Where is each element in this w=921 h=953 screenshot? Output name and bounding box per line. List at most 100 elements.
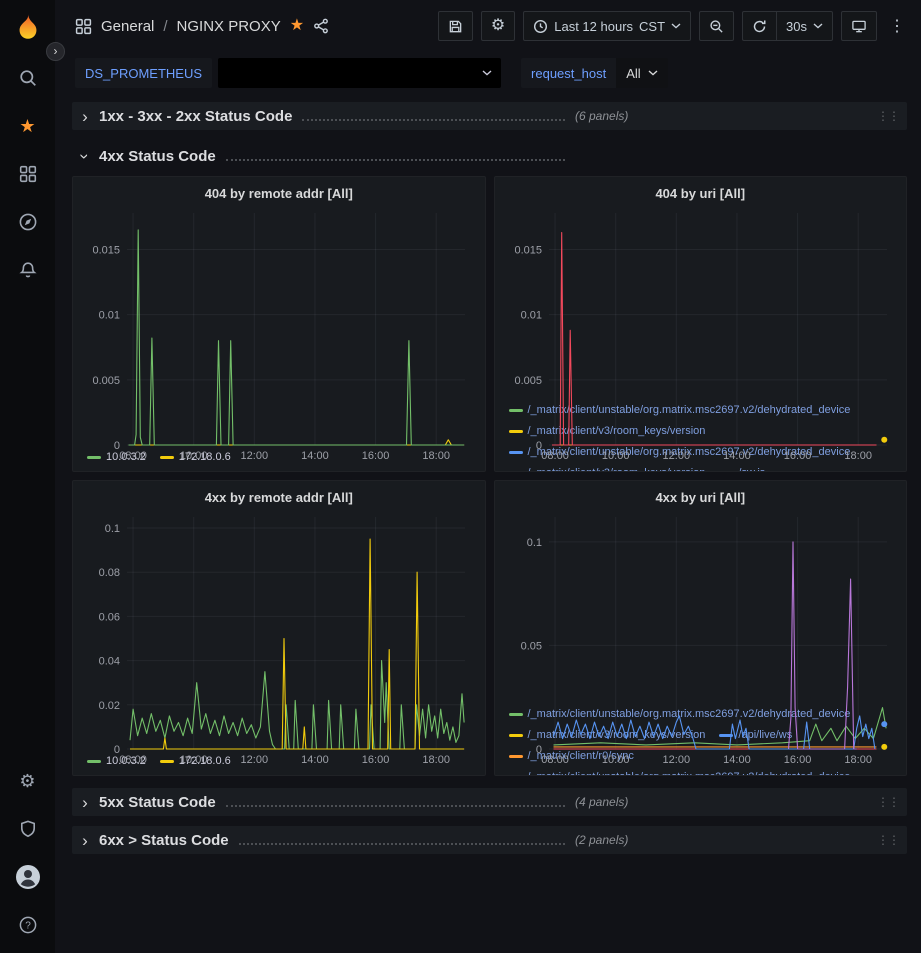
- svg-text:16:00: 16:00: [362, 754, 390, 766]
- legend-label: /_matrix/client/unstable/org.matrix.msc2…: [528, 770, 851, 776]
- request-host-value: All: [626, 66, 640, 81]
- dashboard-header: General / NGINX PROXY ★ ⚙ Last 12 hours …: [55, 0, 921, 52]
- row-4xx-status-code[interactable]: › 4xx Status Code: [72, 142, 907, 170]
- panel-title[interactable]: 4xx by uri [All]: [505, 487, 897, 509]
- svg-text:0.015: 0.015: [92, 244, 120, 256]
- server-admin-gear-icon[interactable]: ⚙: [8, 761, 48, 801]
- svg-text:0.1: 0.1: [105, 523, 120, 535]
- chevron-down-icon: [648, 70, 658, 76]
- variables-bar: DS_PROMETHEUS request_host All: [55, 52, 921, 100]
- chevron-right-icon: ›: [80, 832, 90, 849]
- svg-text:10:00: 10:00: [180, 450, 208, 462]
- row-5xx-status-code[interactable]: › 5xx Status Code (4 panels) ⋮⋮: [72, 788, 907, 816]
- svg-text:0.04: 0.04: [99, 656, 120, 668]
- variable-request-host-label[interactable]: request_host: [521, 58, 616, 88]
- svg-text:?: ?: [25, 921, 31, 932]
- row-panel-count: (2 panels): [575, 833, 628, 847]
- request-host-dropdown[interactable]: All: [616, 58, 667, 88]
- dashboard-settings-button[interactable]: ⚙: [481, 11, 515, 41]
- time-range-label: Last 12 hours: [554, 19, 633, 34]
- dashboards-icon[interactable]: [8, 154, 48, 194]
- alerting-bell-icon[interactable]: [8, 250, 48, 290]
- panel-404-by-uri: 404 by uri [All] 08:0010:0012:0014:0016:…: [494, 176, 908, 472]
- refresh-interval-label: 30s: [786, 19, 807, 34]
- refresh-button[interactable]: [742, 11, 776, 41]
- kebab-menu-icon[interactable]: ⋮: [885, 16, 909, 36]
- svg-text:08:00: 08:00: [541, 450, 569, 462]
- zoom-out-icon: [709, 19, 724, 34]
- sidebar-expand-button[interactable]: ›: [46, 42, 65, 61]
- legend-label: /sw.js: [738, 466, 765, 472]
- svg-text:16:00: 16:00: [783, 754, 811, 766]
- svg-text:0.01: 0.01: [520, 310, 541, 322]
- svg-text:0.005: 0.005: [514, 375, 542, 387]
- floppy-save-icon: [448, 19, 463, 34]
- gear-icon: ⚙: [19, 772, 35, 790]
- star-icon: ★: [19, 116, 35, 137]
- explore-compass-icon[interactable]: [8, 202, 48, 242]
- svg-text:16:00: 16:00: [783, 450, 811, 462]
- row-title: 1xx - 3xx - 2xx Status Code: [99, 108, 292, 125]
- save-dashboard-button[interactable]: [438, 11, 473, 41]
- row-drag-handle[interactable]: ⋮⋮: [877, 795, 899, 809]
- panel-title[interactable]: 404 by remote addr [All]: [83, 183, 475, 205]
- row-6xx-status-code[interactable]: › 6xx > Status Code (2 panels) ⋮⋮: [72, 826, 907, 854]
- variable-datasource-label[interactable]: DS_PROMETHEUS: [75, 58, 212, 88]
- row-dotted-leader: [302, 119, 565, 121]
- chevron-down-icon: [813, 23, 823, 29]
- breadcrumb-section[interactable]: General: [101, 18, 154, 35]
- monitor-icon: [851, 19, 867, 34]
- svg-text:14:00: 14:00: [301, 450, 329, 462]
- datasource-dropdown[interactable]: [218, 58, 501, 88]
- dashboard-title[interactable]: NGINX PROXY: [177, 18, 281, 35]
- svg-text:0.01: 0.01: [99, 310, 120, 322]
- svg-text:12:00: 12:00: [662, 450, 690, 462]
- row-dotted-leader: [226, 805, 565, 807]
- legend-item[interactable]: /_matrix/client/unstable/org.matrix.msc2…: [509, 770, 851, 776]
- row-1xx-3xx-2xx-status-code[interactable]: › 1xx - 3xx - 2xx Status Code (6 panels)…: [72, 102, 907, 130]
- dashboard-body: › 1xx - 3xx - 2xx Status Code (6 panels)…: [55, 100, 921, 953]
- refresh-icon: [752, 19, 767, 34]
- favorite-star-icon[interactable]: ★: [290, 18, 304, 34]
- svg-text:12:00: 12:00: [662, 754, 690, 766]
- clock-icon: [533, 19, 548, 34]
- svg-text:14:00: 14:00: [301, 754, 329, 766]
- row-title: 6xx > Status Code: [99, 832, 229, 849]
- row-panel-count: (6 panels): [575, 109, 628, 123]
- chevron-right-icon: ›: [54, 44, 58, 58]
- panel-title[interactable]: 404 by uri [All]: [505, 183, 897, 205]
- svg-text:18:00: 18:00: [844, 754, 872, 766]
- svg-text:10:00: 10:00: [601, 450, 629, 462]
- variable-request-host: request_host All: [521, 58, 668, 88]
- svg-text:0: 0: [535, 440, 541, 452]
- svg-text:18:00: 18:00: [422, 450, 450, 462]
- chevron-right-icon: ›: [80, 794, 90, 811]
- legend-item[interactable]: /sw.js: [719, 466, 765, 472]
- apps-grid-icon: [75, 18, 92, 35]
- timezone-label: CST: [639, 19, 665, 34]
- zoom-out-button[interactable]: [699, 11, 734, 41]
- grafana-logo-icon[interactable]: [13, 12, 43, 42]
- panel-grid: 404 by remote addr [All] 08:00 10:00 12:00…: [72, 176, 907, 776]
- tv-mode-button[interactable]: [841, 11, 877, 41]
- share-icon[interactable]: [313, 18, 329, 34]
- toolbar-actions: ⚙ Last 12 hours CST 30s: [438, 11, 909, 41]
- legend-item[interactable]: /_matrix/client/v3/room_keys/version: [509, 466, 706, 472]
- svg-text:0: 0: [114, 440, 120, 452]
- row-dotted-leader: [226, 159, 565, 161]
- help-icon[interactable]: ?: [8, 905, 48, 945]
- row-drag-handle[interactable]: ⋮⋮: [877, 109, 899, 123]
- svg-text:18:00: 18:00: [844, 450, 872, 462]
- row-dotted-leader: [239, 843, 565, 845]
- svg-text:0.015: 0.015: [514, 244, 542, 256]
- row-drag-handle[interactable]: ⋮⋮: [877, 833, 899, 847]
- svg-text:0.005: 0.005: [92, 375, 120, 387]
- svg-text:14:00: 14:00: [723, 754, 751, 766]
- time-range-picker[interactable]: Last 12 hours CST: [523, 11, 691, 41]
- admin-shield-icon[interactable]: [8, 809, 48, 849]
- search-icon[interactable]: [8, 58, 48, 98]
- user-avatar[interactable]: [8, 857, 48, 897]
- refresh-interval-dropdown[interactable]: 30s: [776, 11, 833, 41]
- starred-dashboards-icon[interactable]: ★: [8, 106, 48, 146]
- panel-title[interactable]: 4xx by remote addr [All]: [83, 487, 475, 509]
